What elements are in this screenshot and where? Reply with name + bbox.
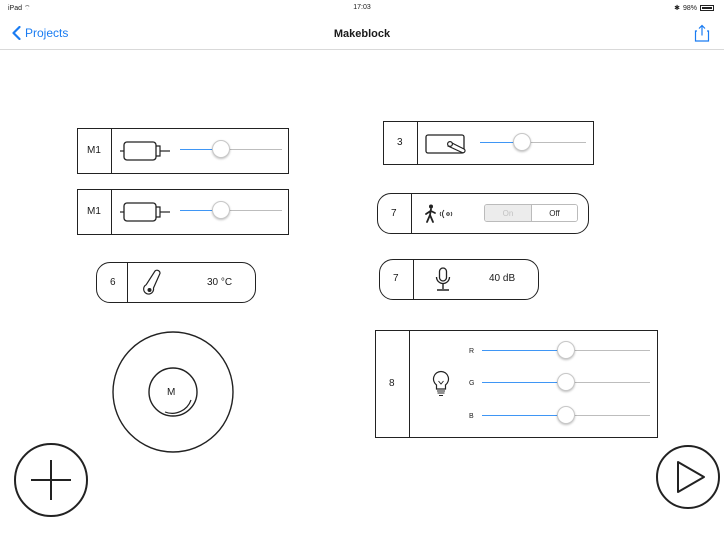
microphone-icon bbox=[435, 267, 451, 291]
share-icon[interactable] bbox=[694, 24, 710, 42]
slider-thumb[interactable] bbox=[557, 406, 575, 424]
status-right: ✱ 98% bbox=[674, 4, 714, 12]
motion-port-label: 7 bbox=[391, 208, 397, 219]
on-off-toggle[interactable]: On Off bbox=[484, 204, 578, 222]
status-bar: iPad ⌔ 17:03 ✱ 98% bbox=[0, 0, 724, 18]
slider-track-fill bbox=[482, 350, 566, 352]
motor-speed-slider[interactable] bbox=[180, 201, 282, 219]
run-button[interactable] bbox=[654, 443, 722, 511]
blue-channel-label: B bbox=[469, 413, 474, 420]
divider bbox=[413, 260, 414, 299]
thermometer-icon bbox=[143, 269, 161, 295]
sound-port-label: 7 bbox=[393, 273, 399, 284]
temperature-port-label: 6 bbox=[110, 277, 116, 288]
battery-percent: 98% bbox=[682, 4, 697, 12]
slider-track-fill bbox=[482, 382, 566, 384]
divider bbox=[411, 194, 412, 233]
motor-port-label: M1 bbox=[87, 206, 101, 217]
dc-motor-icon bbox=[120, 141, 170, 161]
motion-sensor-widget[interactable]: 7 On Off bbox=[377, 193, 589, 234]
divider bbox=[127, 263, 128, 302]
rgb-led-widget[interactable]: 8 R G B bbox=[375, 330, 658, 438]
red-channel-label: R bbox=[469, 348, 475, 355]
motor-widget-1[interactable]: M1 bbox=[77, 128, 289, 174]
red-channel-slider[interactable] bbox=[482, 341, 650, 359]
slider-thumb[interactable] bbox=[557, 373, 575, 391]
light-bulb-icon bbox=[432, 370, 450, 396]
slider-track bbox=[522, 142, 586, 143]
slider-track bbox=[566, 415, 650, 416]
servo-port-label: 3 bbox=[397, 137, 403, 148]
motor-speed-slider[interactable] bbox=[180, 140, 282, 158]
servo-icon bbox=[425, 134, 466, 154]
slider-track bbox=[220, 210, 282, 211]
slider-thumb[interactable] bbox=[557, 341, 575, 359]
slider-thumb[interactable] bbox=[211, 140, 230, 158]
green-channel-slider[interactable] bbox=[482, 373, 650, 391]
servo-angle-slider[interactable] bbox=[480, 133, 586, 151]
temperature-widget[interactable]: 6 30 °C bbox=[96, 262, 256, 303]
divider bbox=[409, 331, 410, 437]
slider-thumb[interactable] bbox=[211, 201, 230, 219]
page-title: Makeblock bbox=[333, 28, 391, 40]
slider-thumb[interactable] bbox=[513, 133, 532, 151]
blue-channel-slider[interactable] bbox=[482, 406, 650, 424]
dc-motor-icon bbox=[120, 202, 170, 222]
sound-sensor-widget[interactable]: 7 40 dB bbox=[379, 259, 539, 300]
battery-icon bbox=[700, 5, 714, 11]
divider bbox=[417, 122, 418, 164]
rgb-port-label: 8 bbox=[389, 378, 395, 389]
status-time: 17:03 bbox=[353, 4, 371, 11]
temperature-reading: 30 °C bbox=[207, 277, 233, 288]
sound-reading: 40 dB bbox=[489, 273, 516, 284]
on-option[interactable]: On bbox=[485, 205, 531, 221]
slider-track bbox=[566, 350, 650, 351]
divider bbox=[111, 190, 112, 234]
slider-track bbox=[220, 149, 282, 150]
servo-widget[interactable]: 3 bbox=[383, 121, 594, 165]
motion-sensor-icon bbox=[425, 204, 453, 223]
green-channel-label: G bbox=[469, 380, 475, 387]
slider-track-fill bbox=[482, 415, 566, 417]
off-option[interactable]: Off bbox=[531, 205, 577, 221]
navigation-bar: Projects Makeblock bbox=[0, 20, 724, 50]
divider bbox=[111, 129, 112, 173]
joystick-label: M bbox=[167, 387, 176, 398]
bluetooth-icon: ✱ bbox=[674, 5, 680, 12]
slider-track bbox=[566, 382, 650, 383]
motor-widget-2[interactable]: M1 bbox=[77, 189, 289, 235]
motor-port-label: M1 bbox=[87, 145, 101, 156]
add-widget-button[interactable] bbox=[12, 441, 90, 519]
